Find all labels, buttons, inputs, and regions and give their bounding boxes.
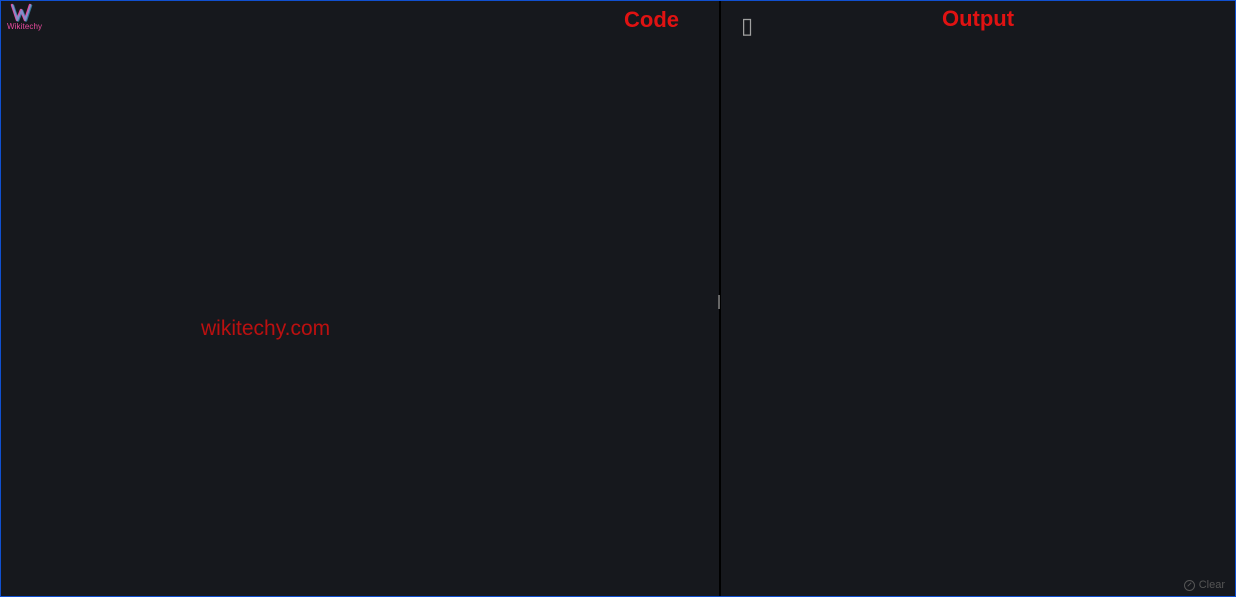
code-pane-title: Code <box>624 7 679 33</box>
editor-container: Wikitechy Code wikitechy.com Output ▯ Cl… <box>1 1 1235 596</box>
output-cursor: ▯ <box>741 15 753 37</box>
output-pane-title: Output <box>942 6 1014 32</box>
wikitechy-logo-icon <box>10 1 40 25</box>
clear-button[interactable]: Clear <box>1180 577 1229 593</box>
clear-icon <box>1184 580 1195 591</box>
output-pane: Output ▯ Clear <box>721 1 1235 596</box>
code-pane[interactable]: Wikitechy Code wikitechy.com <box>1 1 721 596</box>
pane-splitter-handle[interactable] <box>718 295 720 309</box>
clear-button-label: Clear <box>1199 579 1225 591</box>
brand-logo: Wikitechy <box>7 1 42 31</box>
watermark-text: wikitechy.com <box>201 317 330 341</box>
